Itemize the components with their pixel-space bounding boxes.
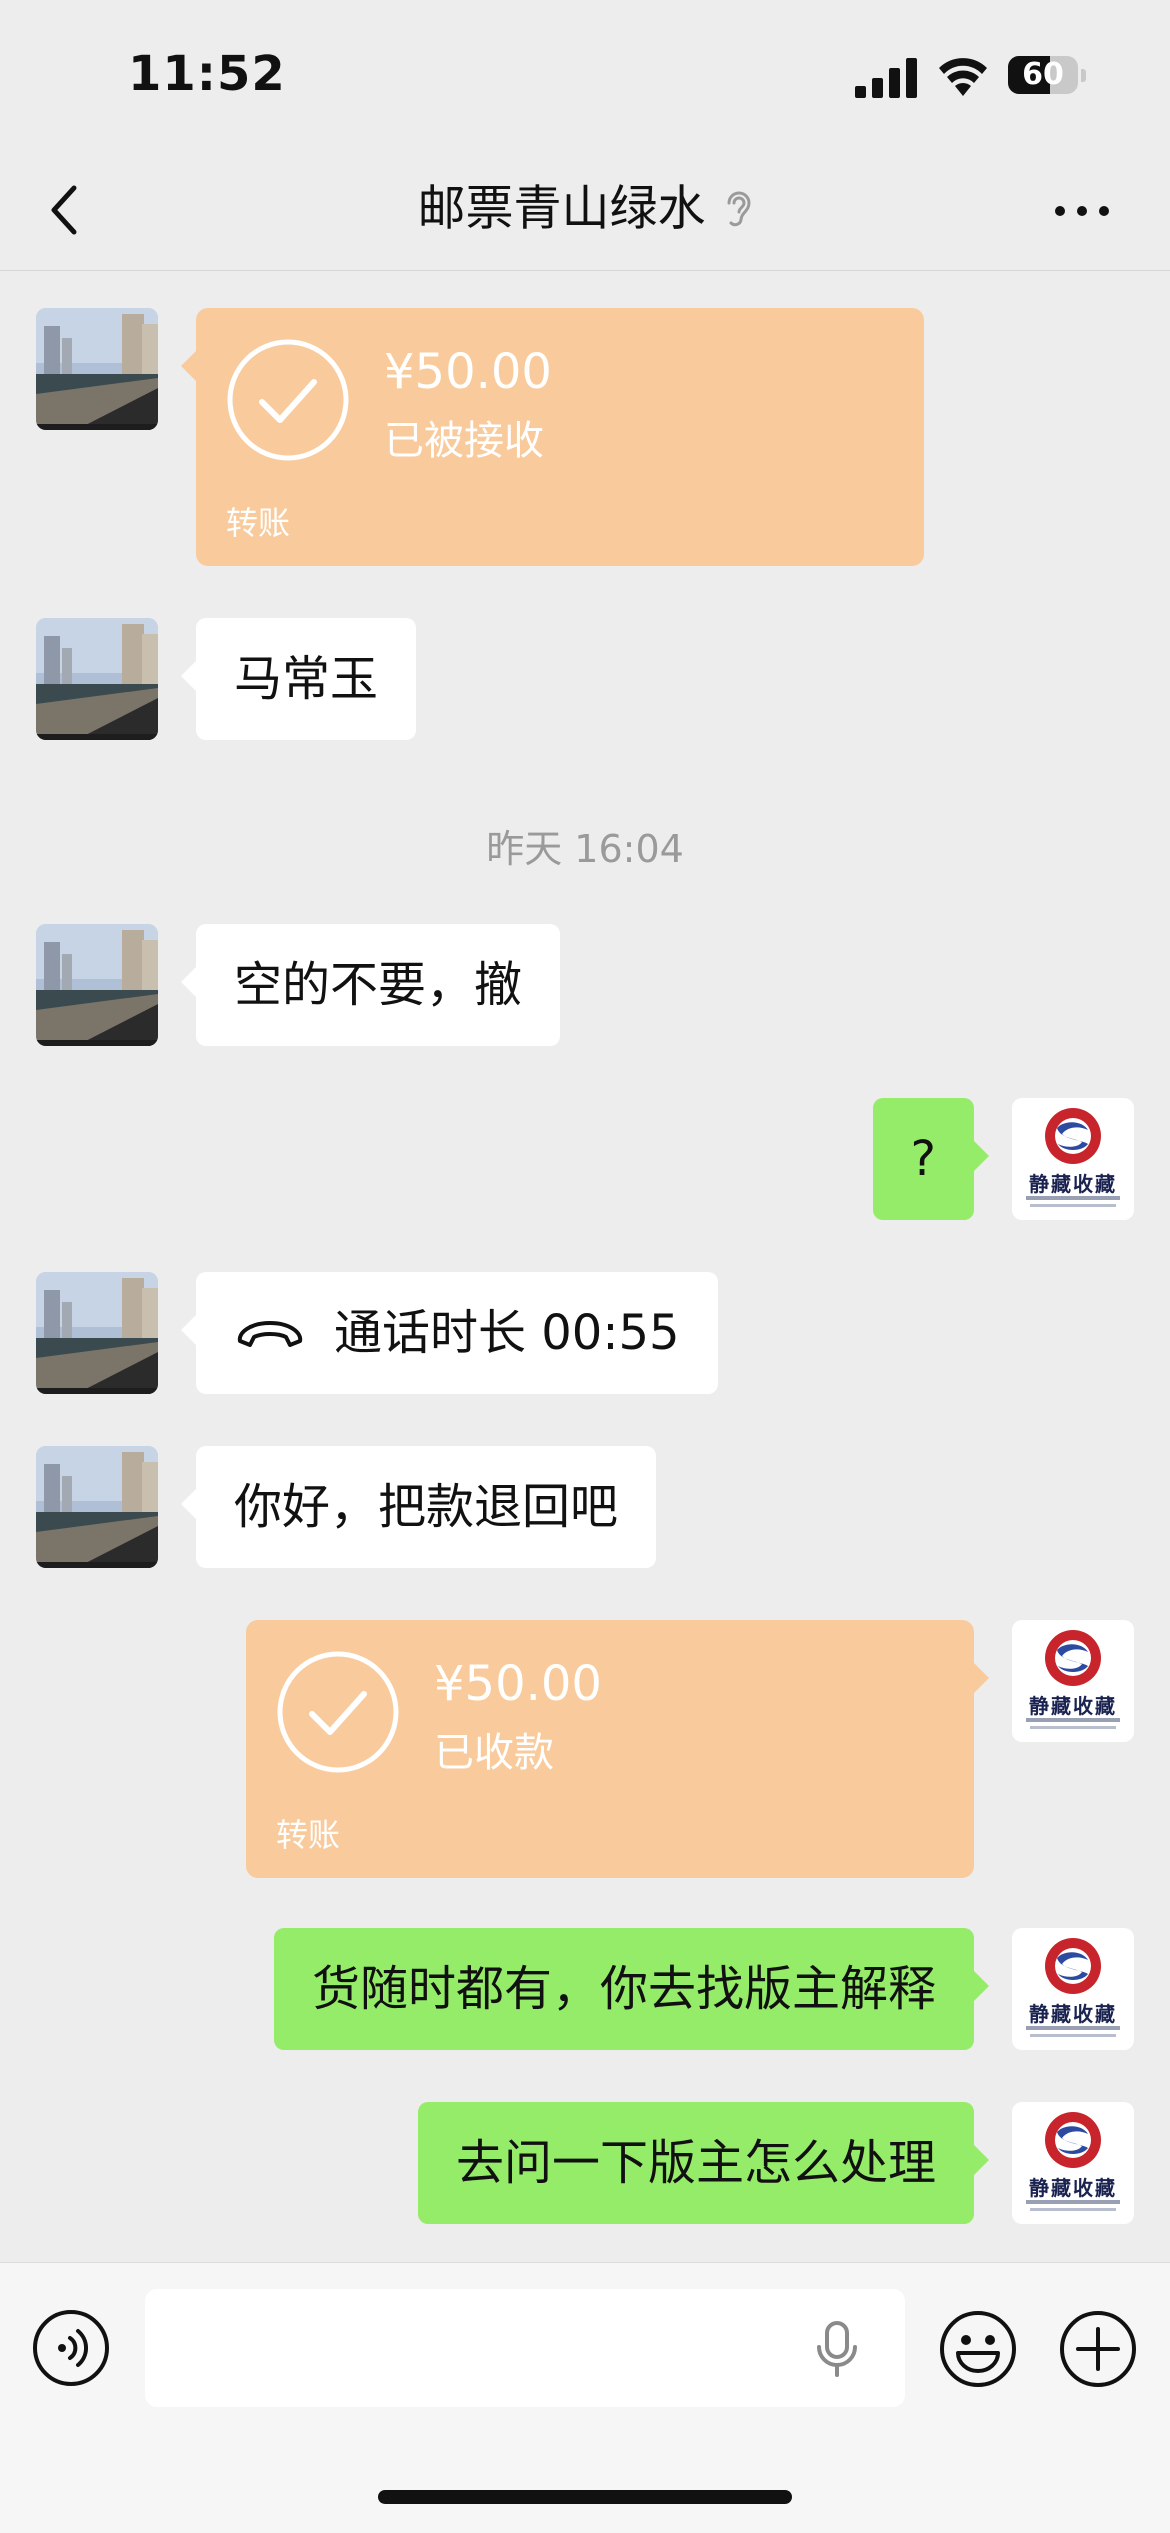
self-avatar[interactable]: 静藏收藏: [1012, 1098, 1134, 1220]
transfer-card-self[interactable]: ¥50.00 已收款 转账: [246, 1620, 989, 1878]
message-text: 空的不要，撤: [234, 957, 523, 1013]
emoji-icon[interactable]: [938, 2309, 1018, 2389]
message-text: 马常玉: [234, 651, 379, 707]
message-text: 去问一下版主怎么处理: [455, 2135, 936, 2191]
message-timestamp: 昨天 16:04: [486, 827, 684, 871]
self-avatar[interactable]: 静藏收藏: [1012, 1620, 1134, 1742]
transfer-amount: ¥50.00: [434, 1656, 602, 1712]
battery-level: 60: [1022, 57, 1064, 92]
contact-avatar[interactable]: [36, 1272, 158, 1394]
cellular-signal-icon: [855, 58, 917, 98]
transfer-amount: ¥50.00: [384, 344, 552, 400]
ellipsis-icon[interactable]: [1052, 196, 1112, 226]
status-bar: 11:52 60: [0, 0, 1170, 150]
transfer-status: 已被接收: [384, 418, 544, 464]
message-bubble[interactable]: 你好，把款退回吧: [181, 1446, 657, 1568]
check-circle-icon: [227, 339, 349, 461]
avatar-logo-text: 静藏收藏: [1029, 1694, 1117, 1718]
self-avatar[interactable]: 静藏收藏: [1012, 2102, 1134, 2224]
chat-header: 邮票青山绿水: [0, 150, 1170, 271]
contact-avatar[interactable]: [36, 618, 158, 740]
ear-icon: [727, 191, 751, 226]
battery-icon: 60: [1008, 56, 1086, 96]
wifi-icon: [939, 58, 987, 96]
message-bubble[interactable]: 马常玉: [181, 618, 417, 740]
message-bubble-self[interactable]: ?: [872, 1098, 989, 1220]
contact-avatar[interactable]: [36, 308, 158, 430]
transfer-label: 转账: [226, 504, 291, 542]
call-record-bubble[interactable]: 通话时长 00:55: [181, 1272, 718, 1394]
avatar-logo-text: 静藏收藏: [1029, 2002, 1117, 2026]
message-input[interactable]: [145, 2289, 905, 2407]
transfer-card[interactable]: ¥50.00 已被接收 转账: [181, 308, 924, 566]
message-bubble-self[interactable]: 去问一下版主怎么处理: [417, 2102, 989, 2224]
avatar-logo-text: 静藏收藏: [1029, 1172, 1117, 1196]
voice-toggle-icon[interactable]: [32, 2309, 110, 2387]
transfer-status: 已收款: [434, 1730, 554, 1776]
avatar-logo-text: 静藏收藏: [1029, 2176, 1117, 2200]
plus-icon[interactable]: [1058, 2309, 1138, 2389]
microphone-icon[interactable]: [815, 2321, 859, 2377]
phone-hangup-icon: [237, 1321, 303, 1347]
check-circle-icon: [277, 1651, 399, 1773]
message-text: 你好，把款退回吧: [234, 1479, 619, 1535]
message-bubble-self[interactable]: 货随时都有，你去找版主解释: [273, 1928, 989, 2050]
message-bubble[interactable]: 空的不要，撤: [181, 924, 561, 1046]
message-text: ?: [910, 1131, 936, 1187]
call-duration-text: 通话时长 00:55: [334, 1305, 680, 1361]
message-text: 货随时都有，你去找版主解释: [311, 1961, 936, 2017]
contact-avatar[interactable]: [36, 1446, 158, 1568]
self-avatar[interactable]: 静藏收藏: [1012, 1928, 1134, 2050]
home-indicator: [378, 2490, 792, 2504]
transfer-label: 转账: [276, 1816, 341, 1854]
chat-title: 邮票青山绿水: [417, 180, 706, 237]
status-time: 11:52: [128, 46, 286, 102]
contact-avatar[interactable]: [36, 924, 158, 1046]
